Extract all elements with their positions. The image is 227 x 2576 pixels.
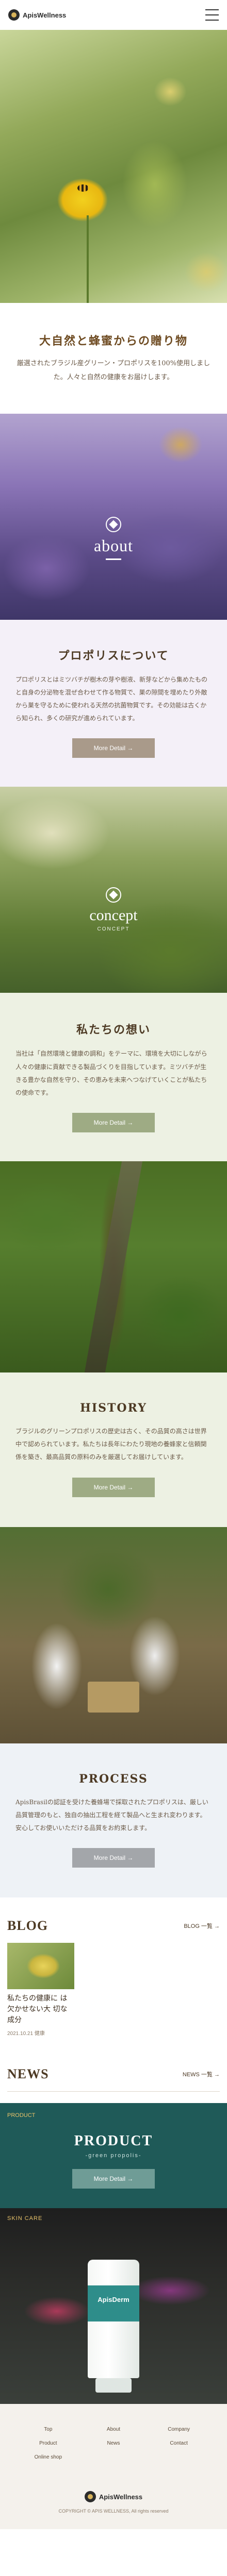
history-text: ブラジルのグリーンプロポリスの歴史は古く、その品質の高さは世界中で認められていま…: [15, 1428, 207, 1461]
site-header: ApisWellness: [0, 0, 227, 30]
product-tube-brand: ApisDerm: [98, 2296, 129, 2304]
diamond-icon: [106, 516, 121, 532]
history-title: HISTORY: [80, 1401, 147, 1415]
site-logo[interactable]: ApisWellness: [8, 9, 66, 21]
process-more-button[interactable]: More Detail →: [72, 1848, 155, 1868]
product-tube-band: [88, 2285, 139, 2322]
history-image: [0, 1161, 227, 1373]
intro-text: 厳選されたブラジル産グリーン・プロポリスを100%使用しました。人々と自然の健康…: [17, 360, 210, 382]
concept-banner: concept CONCEPT: [0, 787, 227, 993]
product-tube-cap: [95, 2378, 132, 2393]
flower-stem: [87, 215, 89, 303]
news-divider: [7, 2091, 220, 2092]
propolis-text: プロポリスとはミツバチが樹木の芽や樹液、新芽などから集めたものと自身の分泌物を混…: [15, 675, 208, 722]
process-section: PROCESS ApisBrasilの認証を受けた養蜂場で採取されたプロポリスは…: [0, 1743, 227, 1898]
news-section: NEWS NEWS 一覧 →: [0, 2051, 227, 2103]
thoughts-section: 私たちの想い 当社は「自然環境と健康の調和」をテーマに、環境を大切にしながら人々…: [0, 993, 227, 1162]
process-image: [0, 1527, 227, 1743]
footer-nav: Top About Company Product News Contact O…: [15, 2427, 212, 2460]
concept-label: concept: [89, 907, 138, 924]
blog-card-title: 私たちの健康に は欠かせない大 切な成分: [7, 1994, 68, 2025]
footer-link-online-shop[interactable]: Online shop: [15, 2454, 81, 2460]
blog-card[interactable]: 私たちの健康に は欠かせない大 切な成分 2021.10.21 健康: [7, 1943, 74, 2037]
blog-header: BLOG BLOG 一覧 →: [7, 1918, 220, 1934]
bee-logo-icon: [8, 9, 20, 21]
footer-link-top[interactable]: Top: [15, 2427, 81, 2432]
concept-sub: CONCEPT: [97, 926, 130, 933]
product-subtitle: -green propolis-: [85, 2153, 142, 2159]
hero-image: [0, 30, 227, 303]
news-title: NEWS: [7, 2066, 49, 2082]
hamburger-icon: [205, 9, 219, 10]
footer-link-news[interactable]: News: [81, 2441, 147, 2446]
history-more-button[interactable]: More Detail →: [72, 1477, 155, 1497]
hamburger-menu-button[interactable]: [205, 9, 219, 21]
thoughts-more-button[interactable]: More Detail →: [72, 1113, 155, 1133]
hamburger-icon-line: [205, 14, 219, 15]
site-footer: Top About Company Product News Contact O…: [0, 2404, 227, 2530]
blog-more-link[interactable]: BLOG 一覧 →: [184, 1922, 220, 1930]
propolis-section: プロポリスについて プロポリスとはミツバチが樹木の芽や樹液、新芽などから集めたも…: [0, 619, 227, 787]
news-header: NEWS NEWS 一覧 →: [7, 2066, 220, 2082]
bee-icon: [77, 184, 89, 192]
diamond-icon: [106, 887, 121, 903]
blog-thumbnail: [7, 1943, 74, 1990]
history-section: HISTORY ブラジルのグリーンプロポリスの歴史は古く、その品質の高さは世界中…: [0, 1372, 227, 1527]
blog-card-date: 2021.10.21 健康: [7, 2031, 45, 2037]
footer-link-company[interactable]: Company: [146, 2427, 212, 2432]
hamburger-icon-line: [205, 20, 219, 21]
footer-logo-text: ApisWellness: [99, 2493, 143, 2501]
page: ApisWellness 大自然と蜂蜜からの贈り物 厳選されたブラジル産グリーン…: [0, 0, 227, 2530]
intro-section: 大自然と蜂蜜からの贈り物 厳選されたブラジル産グリーン・プロポリスを100%使用…: [0, 303, 227, 414]
footer-logo[interactable]: ApisWellness: [15, 2491, 212, 2503]
concept-heading: concept CONCEPT: [0, 887, 227, 932]
product-image-label: SKIN CARE: [7, 2215, 43, 2222]
river-shape: [84, 1161, 143, 1373]
news-more-link[interactable]: NEWS 一覧 →: [183, 2070, 220, 2078]
bee-logo-icon: [84, 2491, 96, 2503]
footer-link-product[interactable]: Product: [15, 2441, 81, 2446]
about-underline: [106, 558, 121, 560]
blog-section: BLOG BLOG 一覧 → 私たちの健康に は欠かせない大 切な成分 2021…: [0, 1897, 227, 2052]
product-section: PRODUCT PRODUCT -green propolis- More De…: [0, 2103, 227, 2209]
footer-link-contact[interactable]: Contact: [146, 2441, 212, 2446]
copyright-text: COPYRIGHT © APIS WELLNESS, All rights re…: [58, 2509, 169, 2514]
footer-link-about[interactable]: About: [81, 2427, 147, 2432]
product-image[interactable]: SKIN CARE ApisDerm: [0, 2208, 227, 2404]
thoughts-text: 当社は「自然環境と健康の調和」をテーマに、環境を大切にしながら人々の健康に貢献で…: [15, 1050, 207, 1096]
blog-title: BLOG: [7, 1918, 48, 1934]
logo-text: ApisWellness: [23, 11, 67, 19]
about-banner: about: [0, 413, 227, 620]
propolis-more-button[interactable]: More Detail →: [72, 738, 155, 758]
propolis-title: プロポリスについて: [58, 649, 169, 663]
beehive-shape: [88, 1681, 139, 1713]
about-heading: about: [0, 516, 227, 560]
product-more-button[interactable]: More Detail →: [72, 2169, 155, 2189]
product-tag: PRODUCT: [7, 2112, 36, 2119]
process-text: ApisBrasilの認証を受けた養蜂場で採取されたプロポリスは、厳しい品質管理…: [15, 1798, 208, 1832]
intro-title: 大自然と蜂蜜からの贈り物: [39, 334, 188, 348]
about-label: about: [93, 536, 134, 555]
product-title: PRODUCT: [74, 2133, 153, 2149]
process-title: PROCESS: [79, 1772, 148, 1786]
thoughts-title: 私たちの想い: [76, 1023, 151, 1037]
